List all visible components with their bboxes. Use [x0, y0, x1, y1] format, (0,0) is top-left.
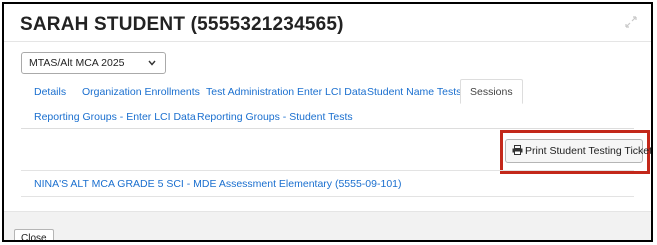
chevron-down-icon [148, 60, 156, 66]
student-modal: SARAH STUDENT (5555321234565) MTAS/Alt M… [2, 2, 653, 242]
tab-bar: Details Organization Enrollments Test Ad… [21, 79, 634, 129]
printer-icon [512, 145, 523, 155]
year-select-value: MTAS/Alt MCA 2025 [29, 57, 125, 69]
print-button-label: Print Student Testing Tickets [525, 145, 653, 157]
tab-details[interactable]: Details [34, 86, 66, 98]
modal-footer: Close [4, 211, 651, 240]
year-select[interactable]: MTAS/Alt MCA 2025 [21, 52, 166, 74]
session-list-top-divider [21, 170, 634, 171]
tab-test-administration-enter-lci-data[interactable]: Test Administration Enter LCI Data [206, 86, 367, 98]
close-button[interactable]: Close [14, 229, 54, 240]
title-divider [4, 41, 651, 42]
print-student-testing-tickets-button[interactable]: Print Student Testing Tickets [505, 139, 651, 163]
expand-icon[interactable] [625, 16, 637, 28]
page-title: SARAH STUDENT (5555321234565) [20, 14, 344, 35]
tab-organization-enrollments[interactable]: Organization Enrollments [82, 86, 200, 98]
tab-reporting-groups-enter-lci-data[interactable]: Reporting Groups - Enter LCI Data [34, 111, 196, 123]
session-list-bottom-divider [21, 196, 634, 197]
tab-reporting-groups-student-tests[interactable]: Reporting Groups - Student Tests [197, 111, 353, 123]
tab-sessions[interactable]: Sessions [460, 79, 523, 104]
session-link[interactable]: NINA'S ALT MCA GRADE 5 SCI - MDE Assessm… [34, 178, 402, 190]
tab-student-name-tests[interactable]: Student Name Tests [367, 86, 461, 98]
